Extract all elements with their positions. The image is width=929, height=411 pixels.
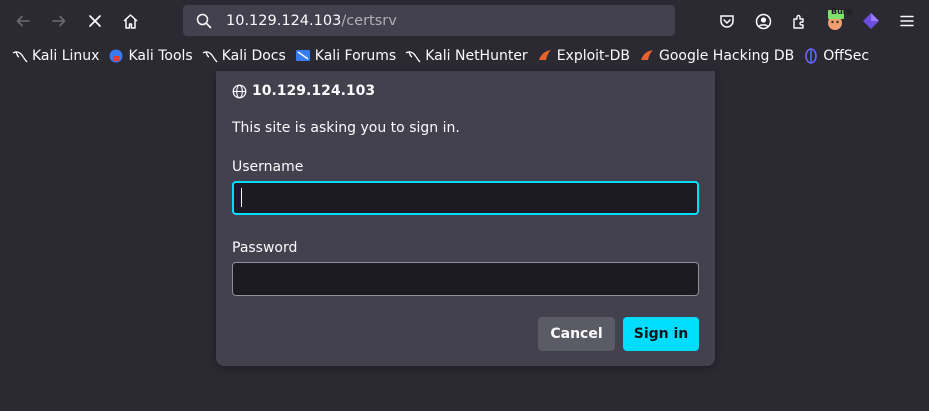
dialog-message: This site is asking you to sign in.	[232, 120, 460, 136]
bookmark-label: Kali Linux	[32, 48, 100, 64]
bookmark-kali-forums[interactable]: Kali Forums	[293, 44, 398, 68]
password-field[interactable]	[232, 262, 699, 296]
bookmark-label: OffSec	[823, 48, 870, 64]
bookmark-label: Kali Forums	[314, 48, 397, 64]
forward-arrow-icon	[52, 15, 66, 27]
account-icon	[755, 13, 771, 29]
sign-in-button[interactable]: Sign in	[623, 317, 699, 351]
bookmark-kali-tools[interactable]: Kali Tools	[106, 44, 194, 68]
bookmark-label: Kali NetHunter	[425, 48, 528, 64]
bookmark-exploit-db[interactable]: Exploit-DB	[535, 44, 632, 68]
exploit-db-icon	[537, 48, 553, 64]
bookmark-kali-nethunter[interactable]: Kali NetHunter	[403, 44, 529, 68]
bookmarks-bar: Kali Linux Kali Tools Kali Docs Kali For…	[0, 41, 929, 71]
bookmark-google-hacking-db[interactable]: Google Hacking DB	[637, 44, 796, 68]
dialog-host: 10.129.124.103	[232, 83, 375, 99]
username-label: Username	[232, 159, 304, 175]
url-host: 10.129.124.103	[226, 12, 342, 29]
back-button[interactable]	[8, 6, 38, 36]
bookmark-label: Exploit-DB	[556, 48, 630, 64]
kali-dragon-icon	[202, 48, 218, 64]
url-bar[interactable]: 10.129.124.103 /certsrv	[183, 5, 675, 36]
bookmark-label: Kali Docs	[221, 48, 286, 64]
auth-dialog: 10.129.124.103 This site is asking you t…	[216, 71, 715, 366]
globe-icon	[232, 84, 247, 99]
home-icon	[122, 13, 138, 29]
burp-badge: Burp	[831, 7, 853, 16]
menu-button[interactable]	[894, 8, 920, 34]
bookmark-label: Kali Tools	[128, 48, 193, 64]
foxyproxy-button[interactable]	[858, 8, 884, 34]
text-caret	[241, 188, 242, 207]
bookmark-offsec[interactable]: OffSec	[801, 44, 871, 68]
burp-extension-button[interactable]: Burp	[822, 7, 852, 34]
extensions-icon	[793, 14, 804, 29]
forward-button[interactable]	[44, 6, 74, 36]
exploit-db-icon	[639, 48, 655, 64]
kali-forums-icon	[295, 48, 311, 64]
bookmark-kali-docs[interactable]: Kali Docs	[200, 44, 288, 68]
pocket-button[interactable]	[714, 8, 740, 34]
browser-toolbar: 10.129.124.103 /certsrv Burp	[0, 0, 929, 41]
stop-icon	[89, 15, 101, 27]
menu-icon	[900, 15, 914, 27]
bookmark-kali-linux[interactable]: Kali Linux	[10, 44, 101, 68]
pocket-icon	[720, 15, 734, 28]
kali-tools-icon	[108, 48, 124, 64]
dialog-host-text: 10.129.124.103	[252, 83, 376, 99]
foxyproxy-icon	[863, 13, 879, 29]
extensions-button[interactable]	[786, 8, 812, 34]
password-label: Password	[232, 240, 298, 256]
search-icon	[196, 13, 212, 29]
bookmark-label: Google Hacking DB	[658, 48, 795, 64]
account-button[interactable]	[750, 8, 776, 34]
back-arrow-icon	[16, 15, 30, 27]
offsec-icon	[803, 48, 819, 64]
kali-dragon-icon	[12, 48, 28, 64]
kali-dragon-icon	[405, 48, 421, 64]
url-path: /certsrv	[341, 12, 397, 29]
username-field[interactable]	[232, 181, 699, 215]
stop-button[interactable]	[80, 6, 110, 36]
cancel-button[interactable]: Cancel	[538, 317, 615, 351]
home-button[interactable]	[115, 6, 145, 36]
